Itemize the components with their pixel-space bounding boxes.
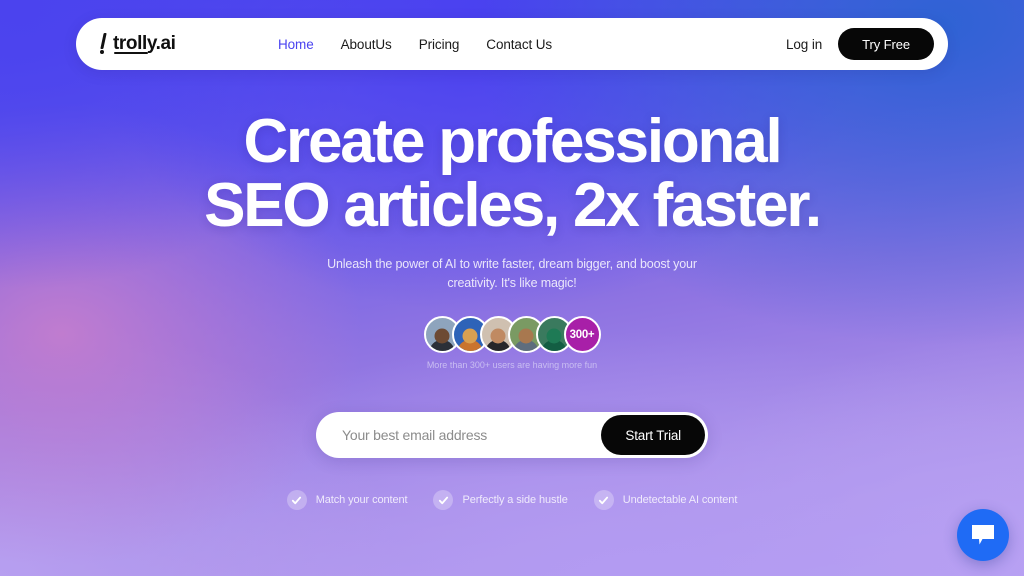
feature-item-perfectly-a-side-hustle: Perfectly a side hustle: [433, 490, 568, 510]
check-icon: [593, 490, 614, 510]
nav-link-pricing[interactable]: Pricing: [419, 37, 460, 52]
nav-actions: Log in Try Free: [786, 28, 934, 60]
avatar-group: 300+: [0, 316, 1024, 353]
headline-line-2: SEO articles, 2x faster.: [204, 171, 822, 240]
feature-item-match-your-content: Match your content: [286, 490, 408, 510]
nav-link-home[interactable]: Home: [278, 37, 314, 52]
check-icon: [286, 490, 307, 510]
hero-subheadline: Unleash the power of AI to write faster,…: [327, 257, 697, 290]
start-trial-button[interactable]: Start Trial: [601, 415, 705, 455]
try-free-button[interactable]: Try Free: [838, 28, 934, 60]
chat-bubble-icon: [970, 523, 996, 547]
logo-text: trolly.ai: [113, 33, 176, 54]
chat-widget-button[interactable]: [957, 509, 1009, 561]
email-input[interactable]: [342, 427, 602, 443]
feature-item-undetectable-ai-content: Undetectable AI content: [593, 490, 738, 510]
social-proof-caption: More than 300+ users are having more fun: [426, 360, 598, 370]
feature-label: Match your content: [315, 494, 408, 506]
login-link[interactable]: Log in: [786, 37, 822, 52]
nav-links: Home AboutUs Pricing Contact Us: [278, 37, 552, 52]
logo[interactable]: trolly.ai: [100, 33, 250, 55]
check-icon: [433, 490, 454, 510]
headline-line-1: Create professional: [243, 107, 782, 176]
navbar: trolly.ai Home AboutUs Pricing Contact U…: [76, 18, 948, 70]
feature-label: Undetectable AI content: [622, 494, 738, 506]
feature-label: Perfectly a side hustle: [462, 494, 568, 506]
nav-link-contact-us[interactable]: Contact Us: [486, 37, 552, 52]
avatar-count-badge: 300+: [563, 316, 601, 353]
signup-form: Start Trial: [316, 412, 708, 458]
feature-list: Match your content Perfectly a side hust…: [0, 490, 1024, 510]
nav-link-aboutus[interactable]: AboutUs: [341, 37, 392, 52]
cart-logo-icon: [100, 33, 113, 55]
page-title: Create professional SEO articles, 2x fas…: [0, 110, 1024, 238]
